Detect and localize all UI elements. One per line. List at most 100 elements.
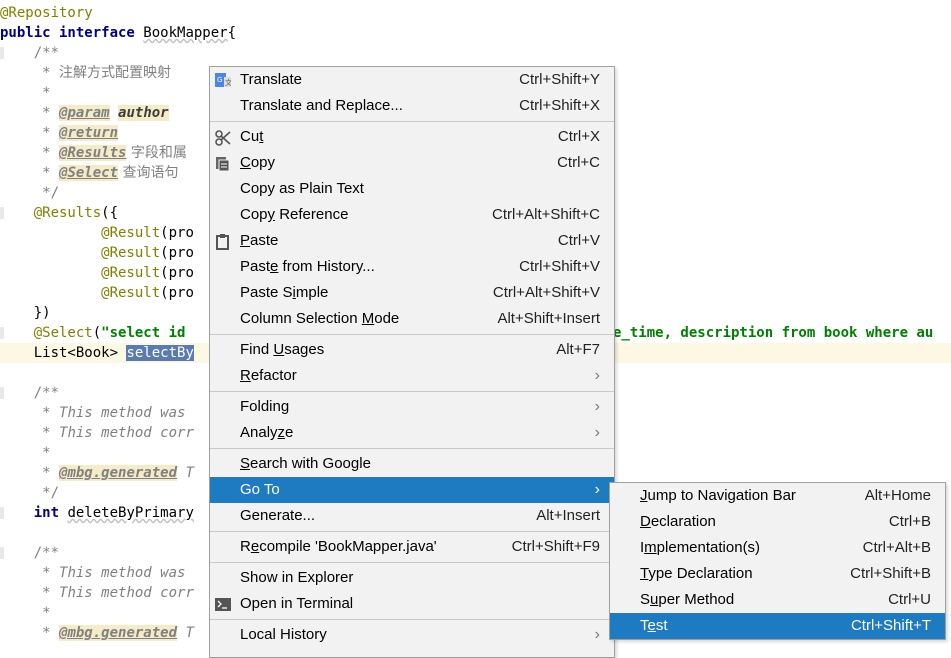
menu-item-type-declaration[interactable]: Type Declaration Ctrl+Shift+B [610,561,945,587]
menu-item-folding[interactable]: Folding › [210,394,614,420]
terminal-icon [215,596,231,612]
context-menu: G 文 Translate Ctrl+Shift+Y Translate and Rep… [209,66,615,658]
code-token: ( [92,325,102,341]
menu-item-implementation-s[interactable]: Implementation(s) Ctrl+Alt+B [610,535,945,561]
menu-item-test[interactable]: Test Ctrl+Shift+T [610,613,945,639]
code-line[interactable]: public interface BookMapper{ [0,23,951,43]
shortcut-label: Ctrl+Shift+F9 [511,538,600,555]
menu-item-copy-as-plain-text[interactable]: Copy as Plain Text [210,176,614,202]
shortcut-label: Alt+Insert [536,507,600,524]
code-token: This method corr [59,585,194,601]
menu-item-open-in-terminal[interactable]: Open in Terminal [210,591,614,617]
code-token: @Result [0,225,161,241]
menu-item-label: Super Method [640,591,735,608]
code-token: @Select [0,325,93,341]
menu-item-find-usages[interactable]: Find Usages Alt+F7 [210,337,614,363]
menu-item-super-method[interactable]: Super Method Ctrl+U [610,587,945,613]
menu-item-jump-to-navigation-bar[interactable]: Jump to Navigation Bar Alt+Home [610,483,945,509]
menu-item-column-selection-mode[interactable]: Column Selection Mode Alt+Shift+Insert [210,306,614,332]
chevron-right-icon: › [594,367,600,384]
code-token: * [0,585,60,601]
menu-item-generate[interactable]: Generate... Alt+Insert [210,503,614,529]
menu-item-label: Declaration [640,513,716,530]
menu-item-translate[interactable]: G 文 Translate Ctrl+Shift+Y [210,67,614,93]
shortcut-label: Ctrl+Shift+B [850,565,931,582]
chevron-right-icon: › [594,626,600,643]
code-token: @Select [59,165,119,181]
code-token: * [0,445,51,461]
menu-item-label: Translate and Replace... [240,97,403,114]
menu-item-local-history[interactable]: Local History › [210,622,614,648]
menu-item-label: Show in Explorer [240,569,354,586]
scissors-icon [215,129,231,146]
code-token: @return [59,125,119,141]
menu-item-label: Copy [240,154,276,171]
menu-item-paste-from-history[interactable]: Paste from History... Ctrl+Shift+V [210,254,614,280]
svg-text:G: G [217,76,222,84]
menu-item-cut[interactable]: Cut Ctrl+X [210,124,614,150]
code-token: }) [0,305,51,321]
code-token: "select id [101,325,186,341]
code-token: /** [0,385,60,401]
menu-item-label: Paste from History... [240,258,375,275]
code-token: * [0,565,60,581]
menu-item-label: Go To [240,481,280,498]
code-token: { [227,25,245,41]
menu-item-label: Jump to Navigation Bar [640,487,796,504]
menu-item-label: Implementation(s) [640,539,761,556]
code-line[interactable]: /** [0,43,951,63]
code-token: This method corr [59,425,194,441]
shortcut-label: Ctrl+X [557,128,600,145]
shortcut-label: Ctrl+Shift+Y [519,71,600,88]
menu-item-label: Copy as Plain Text [240,180,364,197]
menu-item-paste[interactable]: Paste Ctrl+V [210,228,614,254]
copy-icon [215,155,231,172]
code-token: /** [0,45,60,61]
code-token: * [0,165,60,181]
shortcut-label: Alt+F7 [556,341,600,358]
clipboard-icon [215,233,231,250]
menu-item-paste-simple[interactable]: Paste Simple Ctrl+Alt+Shift+V [210,280,614,306]
menu-item-analyze[interactable]: Analyze › [210,420,614,446]
menu-item-label: Generate... [240,507,316,524]
code-token: T [177,625,194,641]
shortcut-label: Ctrl+Alt+B [862,539,931,556]
select-query-tail: e_time, description from book where au [613,325,934,341]
code-token: @Result [0,285,161,301]
code-token: * [0,125,60,141]
code-token: This method was [59,565,186,581]
shortcut-label: Ctrl+Alt+Shift+V [492,284,600,301]
menu-item-declaration[interactable]: Declaration Ctrl+B [610,509,945,535]
code-token: (pro [160,265,194,281]
menu-item-search-with-google[interactable]: Search with Google [210,451,614,477]
menu-item-show-in-explorer[interactable]: Show in Explorer [210,565,614,591]
chevron-right-icon: › [594,424,600,441]
code-token: public interface [0,25,144,41]
menu-item-label: Test [640,617,668,634]
code-token: * [0,65,60,81]
code-token: 注解方式配置映射 [59,65,172,81]
menu-item-go-to[interactable]: Go To › [210,477,614,503]
chevron-right-icon: › [594,481,600,498]
menu-item-copy-reference[interactable]: Copy Reference Ctrl+Alt+Shift+C [210,202,614,228]
shortcut-label: Alt+Home [864,487,931,504]
menu-separator [210,562,614,563]
code-token: author [118,105,169,121]
code-token: This method was [59,405,186,421]
shortcut-label: Ctrl+Shift+V [519,258,600,275]
code-line[interactable]: @Repository [0,3,951,23]
code-token: @Results [0,205,102,221]
shortcut-label: Ctrl+U [888,591,931,608]
menu-item-recompile-bookmapper-java[interactable]: Recompile 'BookMapper.java' Ctrl+Shift+F9 [210,534,614,560]
menu-item-refactor[interactable]: Refactor › [210,363,614,389]
code-token: /** [0,545,60,561]
chevron-right-icon: › [594,398,600,415]
code-token: * [0,625,60,641]
code-token: T [177,465,194,481]
menu-item-label: Copy Reference [240,206,349,223]
menu-item-translate-and-replace[interactable]: Translate and Replace... Ctrl+Shift+X [210,93,614,119]
menu-item-copy[interactable]: Copy Ctrl+C [210,150,614,176]
code-token: @Result [0,265,161,281]
shortcut-label: Alt+Shift+Insert [497,310,600,327]
